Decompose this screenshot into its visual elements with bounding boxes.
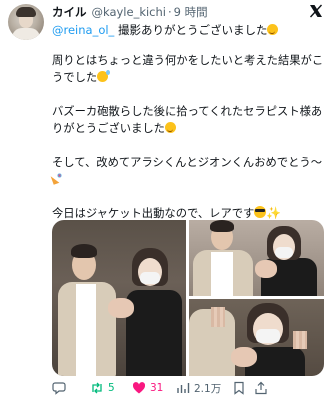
photo-3[interactable] xyxy=(189,299,324,376)
reply-line: @reina_ol_ 撮影ありがとうございました xyxy=(52,22,279,38)
tweet-body: 周りとはちょっと違う何かをしたいと考えた結果がこうでした バズーカ砲散らした後に… xyxy=(52,52,324,239)
photo-1[interactable] xyxy=(52,220,186,376)
views-button[interactable]: 2.1万 xyxy=(176,381,232,396)
man-shirt xyxy=(211,252,233,296)
retweet-icon xyxy=(92,382,102,394)
tweet-paragraph-1: 周りとはちょっと違う何かをしたいと考えた結果がこうでした xyxy=(52,54,324,84)
sweat-emoji xyxy=(97,70,111,82)
mention-link[interactable]: @reina_ol_ xyxy=(52,23,114,37)
author-name[interactable]: カイル xyxy=(52,4,87,20)
tweet-header: カイル @kayle_kichi · 9 時間 xyxy=(52,4,208,20)
woman-mask xyxy=(275,247,293,258)
heart-hands xyxy=(231,347,257,367)
heart-icon xyxy=(132,382,146,394)
man-shirt xyxy=(76,284,96,376)
party-popper-emoji xyxy=(52,173,63,184)
heart-hands xyxy=(255,260,277,278)
time-separator: · xyxy=(168,5,172,19)
tweet-actions: 5 31 2.1万 xyxy=(52,380,324,396)
reply-button[interactable] xyxy=(52,381,90,395)
avatar-body xyxy=(12,28,40,40)
tweet-paragraph-3: そして、改めてアラシくんとジオンくんおめでとう〜 xyxy=(52,156,322,169)
like-button[interactable]: 31 xyxy=(132,381,176,395)
woman-mask xyxy=(256,329,280,343)
sunglasses-emoji xyxy=(254,206,267,218)
like-count: 31 xyxy=(150,382,164,394)
blurred-area xyxy=(211,307,225,327)
woman-mask xyxy=(140,272,160,284)
smile-emoji xyxy=(164,122,176,133)
smile-emoji xyxy=(267,24,279,35)
bookmark-button[interactable] xyxy=(232,381,254,395)
man-hair xyxy=(210,220,234,232)
x-logo-icon xyxy=(309,4,323,18)
avatar[interactable] xyxy=(8,4,44,40)
tweet-paragraph-2: バズーカ砲散らした後に拾ってくれたセラピスト様ありがとうございました xyxy=(52,105,323,135)
share-icon xyxy=(255,381,267,395)
reply-text: 撮影ありがとうございました xyxy=(114,23,268,37)
view-count: 2.1万 xyxy=(194,382,222,395)
share-button[interactable] xyxy=(254,381,272,395)
bookmark-icon xyxy=(234,381,244,395)
tweet-time[interactable]: 9 時間 xyxy=(174,4,208,20)
photo-grid xyxy=(52,220,324,376)
man-hair xyxy=(71,244,97,258)
tweet-paragraph-4: 今日はジャケット出動なので、レアです xyxy=(52,207,255,220)
photo-2[interactable] xyxy=(189,220,324,296)
retweet-button[interactable]: 5 xyxy=(90,381,132,395)
reply-icon xyxy=(52,382,66,395)
blurred-area xyxy=(293,331,307,349)
woman-dress xyxy=(126,290,182,376)
sparkles-emoji: ✨ xyxy=(266,206,282,220)
views-icon xyxy=(177,383,190,393)
avatar-hair xyxy=(16,7,36,17)
heart-hands xyxy=(108,298,134,318)
retweet-count: 5 xyxy=(108,382,115,394)
author-handle[interactable]: @kayle_kichi xyxy=(92,5,167,19)
